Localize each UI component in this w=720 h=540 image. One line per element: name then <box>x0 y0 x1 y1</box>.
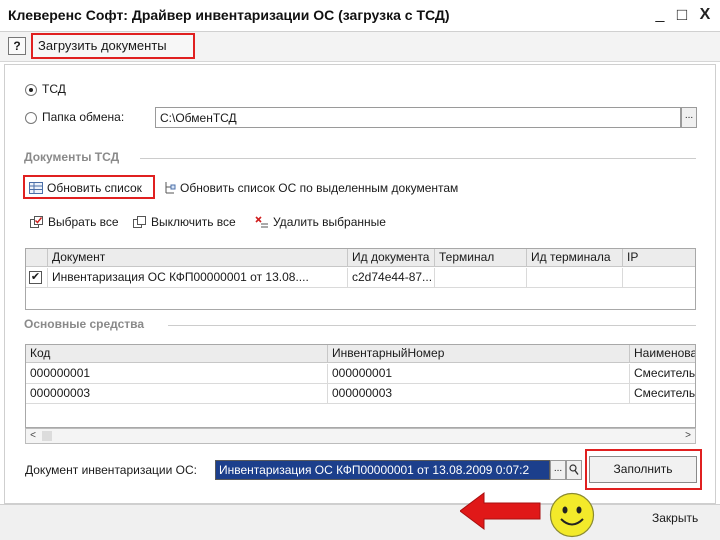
scroll-left-icon[interactable]: < <box>26 429 40 443</box>
select-doc-button[interactable]: ... <box>550 460 566 480</box>
table-header-cell[interactable]: Ид документа <box>348 249 435 267</box>
table-cell[interactable]: 000000001 <box>26 364 328 384</box>
horizontal-scrollbar[interactable]: < > <box>25 428 696 444</box>
table-cell[interactable]: 000000003 <box>328 384 630 404</box>
table-header-cell[interactable]: ИнвентарныйНомер <box>328 345 630 363</box>
scroll-thumb[interactable] <box>42 431 52 441</box>
red-arrow-icon <box>460 492 541 530</box>
main-toolbar: ? Загрузить документы <box>0 32 720 62</box>
refresh-tree-icon <box>165 182 176 194</box>
table-cell[interactable]: Смеситель <box>630 364 695 384</box>
maximize-button[interactable]: □ <box>672 4 692 26</box>
delete-selected-label: Удалить выбранные <box>273 215 386 229</box>
table-cell[interactable]: Смеситель <box>630 384 695 404</box>
table-header-cell[interactable]: Ид терминала <box>527 249 623 267</box>
refresh-list-button[interactable]: Обновить список <box>23 175 155 199</box>
exchange-folder-input[interactable]: С:\ОбменТСД <box>155 107 681 128</box>
table-header-cell[interactable]: Код <box>26 345 328 363</box>
row-checkbox[interactable]: ✔ <box>29 271 42 284</box>
table-header-cell <box>26 249 48 267</box>
close-window-button[interactable]: X <box>695 4 715 26</box>
deselect-all-label: Выключить все <box>151 215 236 229</box>
bottom-bar <box>0 504 720 540</box>
inventory-doc-label: Документ инвентаризации ОС: <box>25 463 197 477</box>
table-header-cell[interactable]: Терминал <box>435 249 527 267</box>
search-doc-button[interactable] <box>566 460 582 480</box>
title-bar: Клеверенс Софт: Драйвер инвентаризации О… <box>0 0 720 32</box>
deselect-all-button[interactable]: Выключить все <box>129 211 236 235</box>
table-cell[interactable]: 000000003 <box>26 384 328 404</box>
table-cell[interactable] <box>435 268 527 288</box>
scroll-right-icon[interactable]: > <box>681 429 695 443</box>
table-header-cell[interactable]: Документ <box>48 249 348 267</box>
table-cell[interactable] <box>623 268 695 288</box>
radio-tsd-label: ТСД <box>42 82 66 96</box>
delete-icon <box>255 216 268 228</box>
select-all-button[interactable]: Выбрать все <box>26 211 119 235</box>
assets-section-title: Основные средства <box>24 317 145 331</box>
documents-table[interactable]: Документ Ид документа Терминал Ид термин… <box>25 248 696 310</box>
section-divider <box>168 325 696 326</box>
load-documents-button[interactable]: Загрузить документы <box>31 33 195 59</box>
table-cell[interactable]: 000000001 <box>328 364 630 384</box>
smiley-icon <box>549 492 595 538</box>
documents-section-title: Документы ТСД <box>24 150 120 164</box>
fill-button[interactable]: Заполнить <box>589 456 697 483</box>
table-cell[interactable]: c2d74e44-87... <box>348 268 435 288</box>
close-button[interactable]: Закрыть <box>652 511 698 525</box>
table-row[interactable]: ✔ <box>26 268 48 288</box>
refresh-selected-button[interactable]: Обновить список ОС по выделенным докумен… <box>158 177 458 201</box>
radio-exchange-folder[interactable] <box>25 112 37 124</box>
check-all-icon <box>30 216 43 228</box>
radio-tsd[interactable] <box>25 84 37 96</box>
refresh-list-label: Обновить список <box>47 181 142 195</box>
minimize-button[interactable]: _ <box>650 4 670 26</box>
select-all-label: Выбрать все <box>48 215 119 229</box>
search-icon <box>569 464 579 475</box>
inventory-doc-field[interactable]: Инвентаризация ОС КФП00000001 от 13.08.2… <box>215 460 550 480</box>
radio-exchange-folder-label: Папка обмена: <box>42 110 125 124</box>
refresh-selected-label: Обновить список ОС по выделенным докумен… <box>180 181 459 195</box>
table-header-cell[interactable]: IP <box>623 249 695 267</box>
table-cell[interactable] <box>527 268 623 288</box>
assets-table[interactable]: Код ИнвентарныйНомер Наименова 000000001… <box>25 344 696 428</box>
help-button[interactable]: ? <box>8 37 26 55</box>
list-icon <box>29 182 43 194</box>
uncheck-all-icon <box>133 216 146 228</box>
section-divider <box>140 158 696 159</box>
table-cell[interactable]: Инвентаризация ОС КФП00000001 от 13.08..… <box>48 268 348 288</box>
table-header-cell[interactable]: Наименова <box>630 345 695 363</box>
window-title: Клеверенс Софт: Драйвер инвентаризации О… <box>8 7 450 23</box>
browse-folder-button[interactable]: ... <box>681 107 697 128</box>
delete-selected-button[interactable]: Удалить выбранные <box>251 211 386 235</box>
